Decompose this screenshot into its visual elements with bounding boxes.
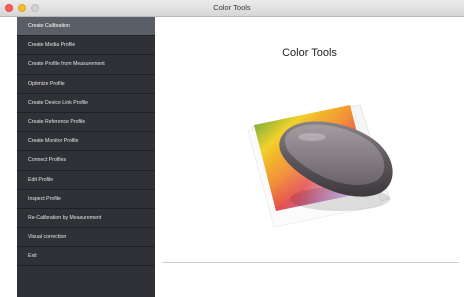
sidebar-item-create-profile-from-measurement[interactable]: Create Profile from Measurement <box>17 55 155 75</box>
sidebar-item-inspect-profile[interactable]: Inspect Profile <box>17 190 155 209</box>
sidebar-item-create-media-profile[interactable]: Create Media Profile <box>17 36 155 56</box>
sidebar-item-create-device-link-profile[interactable]: Create Device Link Profile <box>17 94 155 113</box>
spectrophotometer-illustration <box>247 104 393 228</box>
app-window: Color Tools Create Calibration Create Me… <box>0 0 464 297</box>
sidebar-item-create-reference-profile[interactable]: Create Reference Profile <box>17 113 155 133</box>
sidebar-menu: Create Calibration Create Media Profile … <box>17 17 155 297</box>
sidebar-item-exit[interactable]: Exit <box>17 247 155 267</box>
page-title: Color Tools <box>282 47 337 59</box>
sidebar-item-visual-correction[interactable]: Visual correction <box>17 228 155 248</box>
sidebar-item-create-calibration[interactable]: Create Calibration <box>17 17 155 37</box>
sidebar-item-re-calibration[interactable]: Re-Calibration by Measurement <box>17 209 155 229</box>
main-panel: Color Tools <box>155 17 464 297</box>
sidebar-item-create-monitor-profile[interactable]: Create Monitor Profile <box>17 132 155 152</box>
content-divider <box>162 262 459 263</box>
window-title: Color Tools <box>213 3 251 12</box>
sidebar-item-edit-profile[interactable]: Edit Profile <box>17 171 155 190</box>
sidebar-item-optimize-profile[interactable]: Optimize Profile <box>17 75 155 94</box>
sidebar-item-connect-profiles[interactable]: Connect Profiles <box>17 151 155 171</box>
title-bar[interactable]: Color Tools <box>0 0 464 17</box>
